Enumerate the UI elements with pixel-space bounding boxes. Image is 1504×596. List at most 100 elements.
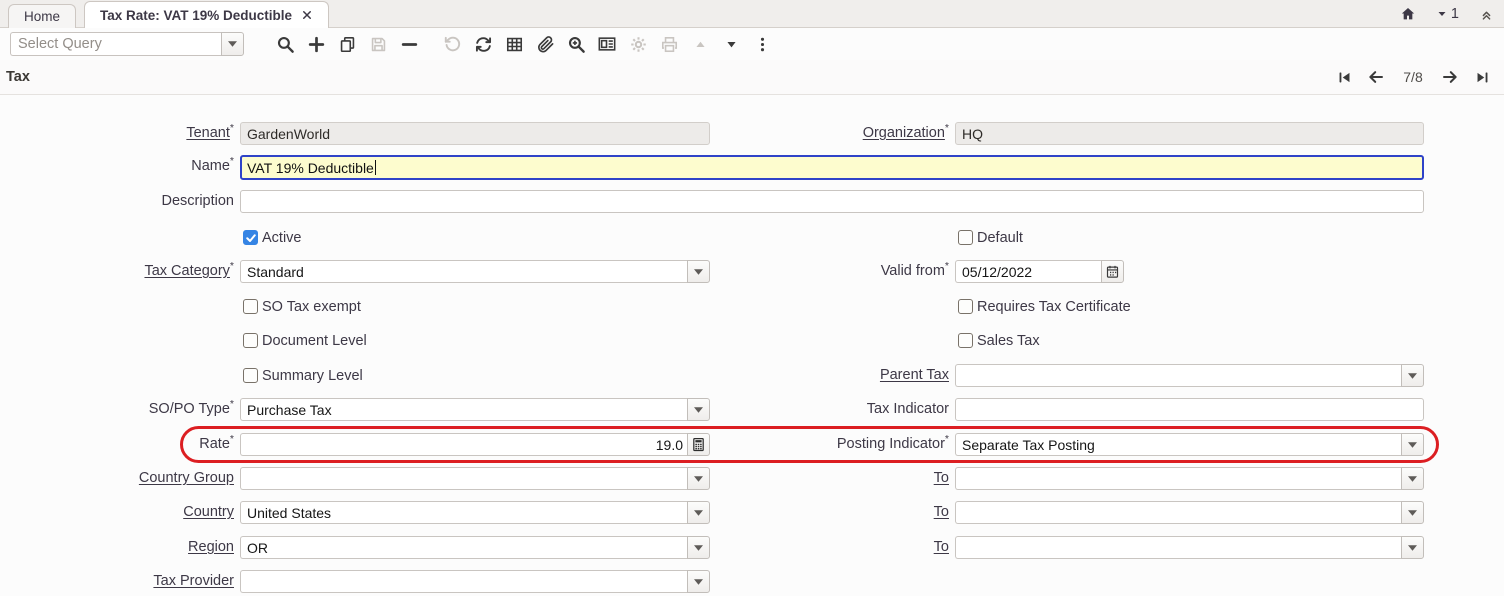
calculator-icon	[691, 437, 706, 452]
previous-record-button[interactable]	[1366, 67, 1386, 87]
ellipsis-vertical-icon	[754, 36, 771, 53]
tax-category-field[interactable]	[240, 260, 687, 283]
region-field[interactable]	[240, 536, 687, 559]
so-tax-exempt-checkbox[interactable]	[243, 299, 258, 314]
name-value: VAT 19% Deductible	[247, 160, 374, 176]
save-button[interactable]	[369, 33, 389, 55]
requires-tax-certificate-checkbox[interactable]	[958, 299, 973, 314]
tab-home-label: Home	[24, 9, 60, 24]
last-record-button[interactable]	[1472, 67, 1492, 87]
close-icon[interactable]	[301, 9, 313, 21]
country-group-label[interactable]: Country Group	[0, 467, 234, 490]
check-icon	[245, 232, 257, 244]
home-button[interactable]	[1400, 6, 1416, 22]
zoom-in-icon	[567, 35, 586, 54]
parent-record-button[interactable]	[690, 33, 710, 55]
active-checkbox[interactable]	[243, 230, 258, 245]
organization-label[interactable]: Organization*	[716, 122, 949, 145]
next-record-button[interactable]	[1440, 67, 1460, 87]
window-list-dropdown[interactable]: 1	[1436, 6, 1459, 22]
zoom-across-button[interactable]	[566, 33, 586, 55]
posting-indicator-label: Posting Indicator*	[716, 433, 949, 456]
organization-field[interactable]	[955, 122, 1424, 145]
record-position: 7/8	[1398, 69, 1428, 85]
active-label: Active	[262, 230, 302, 246]
country-label[interactable]: Country	[0, 501, 234, 524]
country-dropdown-button[interactable]	[687, 501, 710, 524]
chevron-down-icon	[1408, 476, 1417, 482]
plus-icon	[307, 35, 326, 54]
country-group-to-label[interactable]: To	[716, 467, 949, 490]
tax-category-label[interactable]: Tax Category*	[0, 260, 234, 283]
tax-provider-label[interactable]: Tax Provider	[0, 570, 234, 593]
attachment-button[interactable]	[535, 33, 555, 55]
country-group-to-field[interactable]	[955, 467, 1401, 490]
country-to-field[interactable]	[955, 501, 1401, 524]
grid-toggle-button[interactable]	[504, 33, 524, 55]
detail-record-button[interactable]	[721, 33, 741, 55]
country-to-label[interactable]: To	[716, 501, 949, 524]
sopo-type-dropdown-button[interactable]	[687, 398, 710, 421]
chevron-down-icon	[694, 476, 703, 482]
region-to-label[interactable]: To	[716, 536, 949, 559]
name-field[interactable]: VAT 19% Deductible	[240, 155, 1424, 180]
refresh-button[interactable]	[473, 33, 493, 55]
rate-field[interactable]	[240, 433, 687, 456]
description-field[interactable]	[240, 190, 1424, 213]
tax-provider-field[interactable]	[240, 570, 687, 593]
report-button[interactable]	[597, 33, 617, 55]
copy-icon	[338, 35, 357, 54]
document-level-checkbox[interactable]	[243, 333, 258, 348]
posting-indicator-dropdown-button[interactable]	[1401, 433, 1424, 456]
undo-button[interactable]	[442, 33, 462, 55]
country-to-dropdown-button[interactable]	[1401, 501, 1424, 524]
sopo-type-field[interactable]	[240, 398, 687, 421]
parent-tax-field[interactable]	[955, 364, 1401, 387]
chevron-down-icon	[694, 407, 703, 413]
default-label: Default	[977, 230, 1023, 246]
so-tax-exempt-label: SO Tax exempt	[262, 299, 361, 315]
tax-category-dropdown-button[interactable]	[687, 260, 710, 283]
country-field[interactable]	[240, 501, 687, 524]
tax-indicator-field[interactable]	[955, 398, 1424, 421]
find-record-button[interactable]	[276, 33, 296, 55]
chevron-down-icon	[1408, 373, 1417, 379]
first-record-button[interactable]	[1334, 67, 1354, 87]
country-group-field[interactable]	[240, 467, 687, 490]
posting-indicator-field[interactable]	[955, 433, 1401, 456]
printer-icon	[660, 35, 679, 54]
parent-tax-label[interactable]: Parent Tax	[716, 364, 949, 387]
country-group-to-dropdown-button[interactable]	[1401, 467, 1424, 490]
copy-record-button[interactable]	[338, 33, 358, 55]
parent-tax-dropdown-button[interactable]	[1401, 364, 1424, 387]
valid-from-field[interactable]	[955, 260, 1101, 283]
region-dropdown-button[interactable]	[687, 536, 710, 559]
more-actions-button[interactable]	[752, 33, 772, 55]
delete-record-button[interactable]	[400, 33, 420, 55]
tax-provider-dropdown-button[interactable]	[687, 570, 710, 593]
valid-from-calendar-button[interactable]	[1101, 260, 1124, 283]
country-group-dropdown-button[interactable]	[687, 467, 710, 490]
window-tab-bar: Home Tax Rate: VAT 19% Deductible 1	[0, 0, 1504, 28]
chevron-down-icon	[694, 269, 703, 275]
new-record-button[interactable]	[307, 33, 327, 55]
refresh-icon	[474, 35, 493, 54]
rate-calculator-button[interactable]	[687, 433, 710, 456]
print-button[interactable]	[659, 33, 679, 55]
region-to-dropdown-button[interactable]	[1401, 536, 1424, 559]
tenant-field[interactable]	[240, 122, 710, 145]
tabbar-right-controls: 1	[1400, 0, 1494, 28]
default-checkbox[interactable]	[958, 230, 973, 245]
chevron-down-icon	[1408, 442, 1417, 448]
process-button[interactable]	[628, 33, 648, 55]
collapse-header-button[interactable]	[1479, 7, 1494, 22]
region-to-field[interactable]	[955, 536, 1401, 559]
sales-tax-checkbox[interactable]	[958, 333, 973, 348]
select-query-dropdown-button[interactable]	[221, 32, 244, 56]
region-label[interactable]: Region	[0, 536, 234, 559]
select-query-input[interactable]	[10, 32, 221, 56]
tenant-label[interactable]: Tenant*	[0, 122, 234, 145]
tab-tax-rate[interactable]: Tax Rate: VAT 19% Deductible	[84, 1, 329, 28]
tab-home[interactable]: Home	[8, 4, 76, 28]
arrow-left-icon	[1367, 68, 1385, 86]
